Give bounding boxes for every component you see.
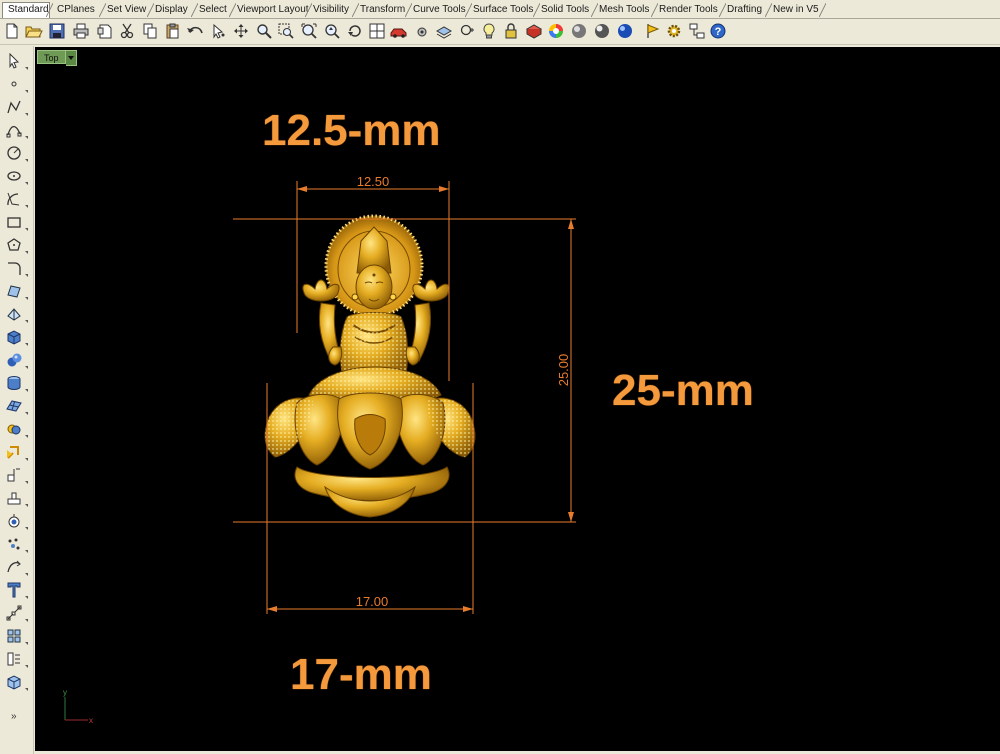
- dimension-text-right[interactable]: 25.00: [556, 354, 571, 387]
- top-viewport[interactable]: Top 12.50 17.00 25.00 y x 12.5-mm 25-mm …: [35, 47, 1000, 751]
- zoom-extents-icon[interactable]: [300, 22, 318, 40]
- tab-select[interactable]: Select: [194, 3, 236, 17]
- rendered-view-icon[interactable]: [593, 22, 611, 40]
- tab-mesh-tools[interactable]: Mesh Tools: [594, 3, 658, 17]
- settings-gear-icon[interactable]: [665, 22, 683, 40]
- tab-drafting[interactable]: Drafting: [722, 3, 772, 17]
- tab-display[interactable]: Display: [150, 3, 198, 17]
- surface-corner-icon[interactable]: [4, 281, 28, 301]
- standard-toolbar: ?: [0, 19, 1000, 45]
- annotation-width-top: 12.5-mm: [262, 106, 441, 155]
- circle-icon[interactable]: [4, 143, 28, 163]
- annotation-width-bottom: 17-mm: [290, 650, 432, 699]
- cylinder-solid-icon[interactable]: [4, 373, 28, 393]
- zoom-window-icon[interactable]: [277, 22, 295, 40]
- color-wheel-icon[interactable]: [547, 22, 565, 40]
- align-tools-icon[interactable]: [4, 488, 28, 508]
- rotate-view-icon[interactable]: [346, 22, 364, 40]
- print-icon[interactable]: [72, 22, 90, 40]
- axis-y-label: y: [63, 688, 67, 697]
- flag-icon[interactable]: [644, 22, 662, 40]
- dimension-tools-icon[interactable]: [4, 465, 28, 485]
- tab-cplanes[interactable]: CPlanes: [52, 3, 106, 17]
- box-solid-icon[interactable]: [4, 327, 28, 347]
- open-folder-icon[interactable]: [25, 22, 43, 40]
- fillet-curve-icon[interactable]: [4, 258, 28, 278]
- layer-icon[interactable]: [435, 22, 453, 40]
- zoom-selected-icon[interactable]: [323, 22, 341, 40]
- tab-set-view[interactable]: Set View: [102, 3, 154, 17]
- material-icon[interactable]: [525, 22, 543, 40]
- curve-from-objects-icon[interactable]: [4, 557, 28, 577]
- dimension-text-top[interactable]: 12.50: [357, 174, 390, 189]
- dimension-text-bottom[interactable]: 17.00: [356, 594, 389, 609]
- analyze-tools-icon[interactable]: [4, 511, 28, 531]
- copy-icon[interactable]: [141, 22, 159, 40]
- main-left-toolbar: »: [0, 46, 34, 754]
- rectangle-icon[interactable]: [4, 212, 28, 232]
- cplane-tools-icon[interactable]: [4, 649, 28, 669]
- array-icon[interactable]: [4, 626, 28, 646]
- boolean-tools-icon[interactable]: [4, 419, 28, 439]
- point-cloud-icon[interactable]: [4, 534, 28, 554]
- world-axes-icon: y x: [63, 688, 93, 725]
- annotation-height-right: 25-mm: [612, 366, 754, 415]
- lock-icon[interactable]: [502, 22, 520, 40]
- ellipse-icon[interactable]: [4, 166, 28, 186]
- car-icon[interactable]: [390, 22, 408, 40]
- polygon-icon[interactable]: [4, 235, 28, 255]
- tab-visibility[interactable]: Visibility: [308, 3, 359, 17]
- block-instance-icon[interactable]: [4, 672, 28, 692]
- cut-icon[interactable]: [118, 22, 136, 40]
- select-arrow-icon[interactable]: [4, 51, 28, 71]
- tab-standard[interactable]: Standard: [2, 2, 53, 18]
- arc-icon[interactable]: [4, 189, 28, 209]
- save-icon[interactable]: [48, 22, 66, 40]
- snap-icon[interactable]: [458, 22, 476, 40]
- tab-render-tools[interactable]: Render Tools: [654, 3, 726, 17]
- svg-text:?: ?: [715, 26, 722, 38]
- tab-surface-tools[interactable]: Surface Tools: [468, 3, 540, 17]
- toolbar-tab-strip: Standard CPlanes Set View Display Select…: [0, 0, 1000, 19]
- tab-transform[interactable]: Transform: [355, 3, 412, 17]
- tab-solid-tools[interactable]: Solid Tools: [536, 3, 598, 17]
- four-viewports-icon[interactable]: [368, 22, 386, 40]
- more-tools-button[interactable]: »: [11, 711, 17, 722]
- zoom-icon[interactable]: [255, 22, 273, 40]
- viewport-canvas: 12.50 17.00 25.00 y x: [63, 174, 576, 725]
- toolbar-layout-icon[interactable]: [688, 22, 706, 40]
- curve-cv-icon[interactable]: [4, 120, 28, 140]
- sphere-solid-icon[interactable]: [4, 350, 28, 370]
- select-point-icon[interactable]: [210, 22, 228, 40]
- tab-curve-tools[interactable]: Curve Tools: [408, 3, 472, 17]
- paste-icon[interactable]: [164, 22, 182, 40]
- render-sphere-icon[interactable]: [570, 22, 588, 40]
- point-icon[interactable]: [4, 74, 28, 94]
- light-bulb-icon[interactable]: [480, 22, 498, 40]
- polyline-icon[interactable]: [4, 97, 28, 117]
- grid-snap-icon[interactable]: [4, 603, 28, 623]
- pan-icon[interactable]: [232, 22, 250, 40]
- object-properties-icon[interactable]: [413, 22, 431, 40]
- tab-viewport-layout[interactable]: Viewport Layout: [232, 3, 312, 17]
- extrude-surface-icon[interactable]: [4, 304, 28, 324]
- environment-sphere-icon[interactable]: [616, 22, 634, 40]
- properties-icon[interactable]: [96, 22, 114, 40]
- text-object-icon[interactable]: [4, 580, 28, 600]
- mesh-plane-icon[interactable]: [4, 396, 28, 416]
- tab-new-in-v5[interactable]: New in V5: [768, 3, 826, 17]
- help-icon[interactable]: ?: [709, 22, 727, 40]
- new-file-icon[interactable]: [3, 22, 21, 40]
- undo-icon[interactable]: [186, 22, 204, 40]
- axis-x-label: x: [89, 716, 93, 725]
- move-transform-icon[interactable]: [4, 442, 28, 462]
